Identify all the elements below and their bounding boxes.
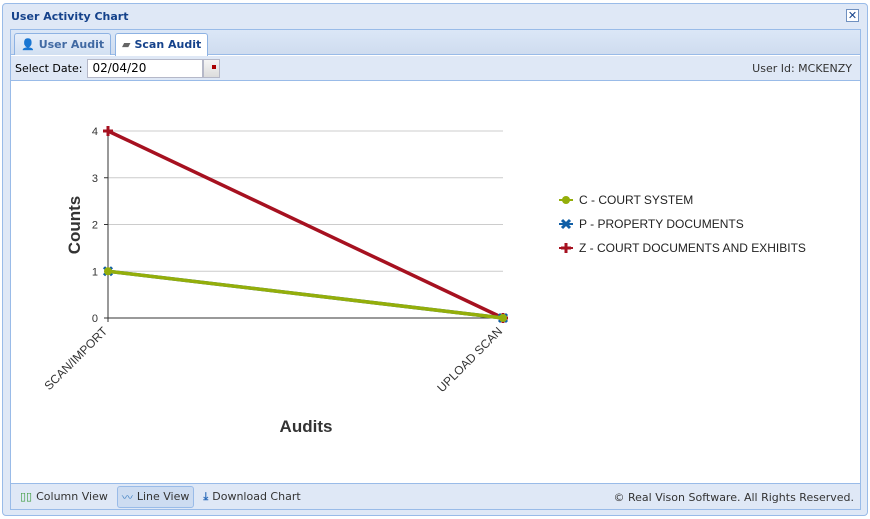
chart-svg: 0 1 2 3 4 SCAN/IMPORT UPLOAD SCAN Audits Counts C… bbox=[41, 126, 806, 436]
legend-label: C - COURT SYSTEM bbox=[579, 193, 693, 207]
y-tick-label: 4 bbox=[92, 126, 98, 138]
window-title: User Activity Chart bbox=[11, 10, 129, 23]
button-label: Line View bbox=[136, 490, 190, 503]
main-panel: 👤 User Audit ▰ Scan Audit Select Date: U… bbox=[10, 29, 861, 510]
line-view-button[interactable]: 〰 Line View bbox=[116, 485, 195, 508]
tab-user-audit[interactable]: 👤 User Audit bbox=[14, 33, 112, 55]
tab-bar: 👤 User Audit ▰ Scan Audit bbox=[11, 30, 860, 56]
user-id: User Id: MCKENZY bbox=[752, 62, 852, 75]
x-tick-label: SCAN/IMPORT bbox=[41, 324, 110, 393]
date-input[interactable] bbox=[87, 58, 204, 78]
y-tick-label: 3 bbox=[92, 173, 98, 185]
column-view-button[interactable]: ▯▯ Column View bbox=[15, 486, 113, 508]
date-label: Select Date: bbox=[15, 61, 83, 75]
column-chart-icon: ▯▯ bbox=[20, 490, 33, 503]
y-tick-label: 0 bbox=[92, 313, 98, 325]
tab-scan-audit[interactable]: ▰ Scan Audit bbox=[115, 33, 209, 56]
bottom-toolbar: ▯▯ Column View 〰 Line View ⤓ Download Chart… bbox=[11, 483, 860, 509]
download-icon: ⤓ bbox=[203, 489, 209, 503]
user-icon: 👤 bbox=[21, 38, 35, 51]
toolbar: Select Date: User Id: MCKENZY bbox=[11, 56, 860, 81]
download-chart-button[interactable]: ⤓ Download Chart bbox=[198, 486, 305, 508]
line-chart: 0 1 2 3 4 SCAN/IMPORT UPLOAD SCAN Audits Counts C… bbox=[11, 82, 860, 484]
y-tick-label: 2 bbox=[92, 220, 98, 232]
legend-label: P - PROPERTY DOCUMENTS bbox=[579, 217, 744, 231]
y-tick-label: 1 bbox=[92, 266, 98, 278]
close-button[interactable]: ✕ bbox=[846, 9, 859, 22]
x-tick-label: UPLOAD SCAN bbox=[434, 324, 505, 395]
tab-label: Scan Audit bbox=[134, 38, 202, 51]
button-label: Column View bbox=[36, 490, 108, 503]
tab-label: User Audit bbox=[38, 38, 105, 51]
x-axis-title: Audits bbox=[280, 417, 333, 436]
y-axis-title: Counts bbox=[65, 196, 84, 255]
scanner-icon: ▰ bbox=[122, 38, 131, 51]
data-point bbox=[499, 314, 507, 322]
legend-marker bbox=[562, 196, 570, 204]
button-label: Download Chart bbox=[212, 490, 301, 503]
copyright: © Real Vison Software. All Rights Reserv… bbox=[613, 491, 854, 504]
line-chart-icon: 〰 bbox=[121, 490, 133, 504]
series-line bbox=[107, 269, 504, 320]
legend-marker bbox=[561, 243, 571, 253]
legend-label: Z - COURT DOCUMENTS AND EXHIBITS bbox=[579, 241, 806, 255]
user-activity-window: User Activity Chart ✕ 👤 User Audit ▰ Sca… bbox=[2, 3, 868, 516]
calendar-icon[interactable] bbox=[203, 58, 221, 78]
data-point bbox=[104, 267, 112, 276]
